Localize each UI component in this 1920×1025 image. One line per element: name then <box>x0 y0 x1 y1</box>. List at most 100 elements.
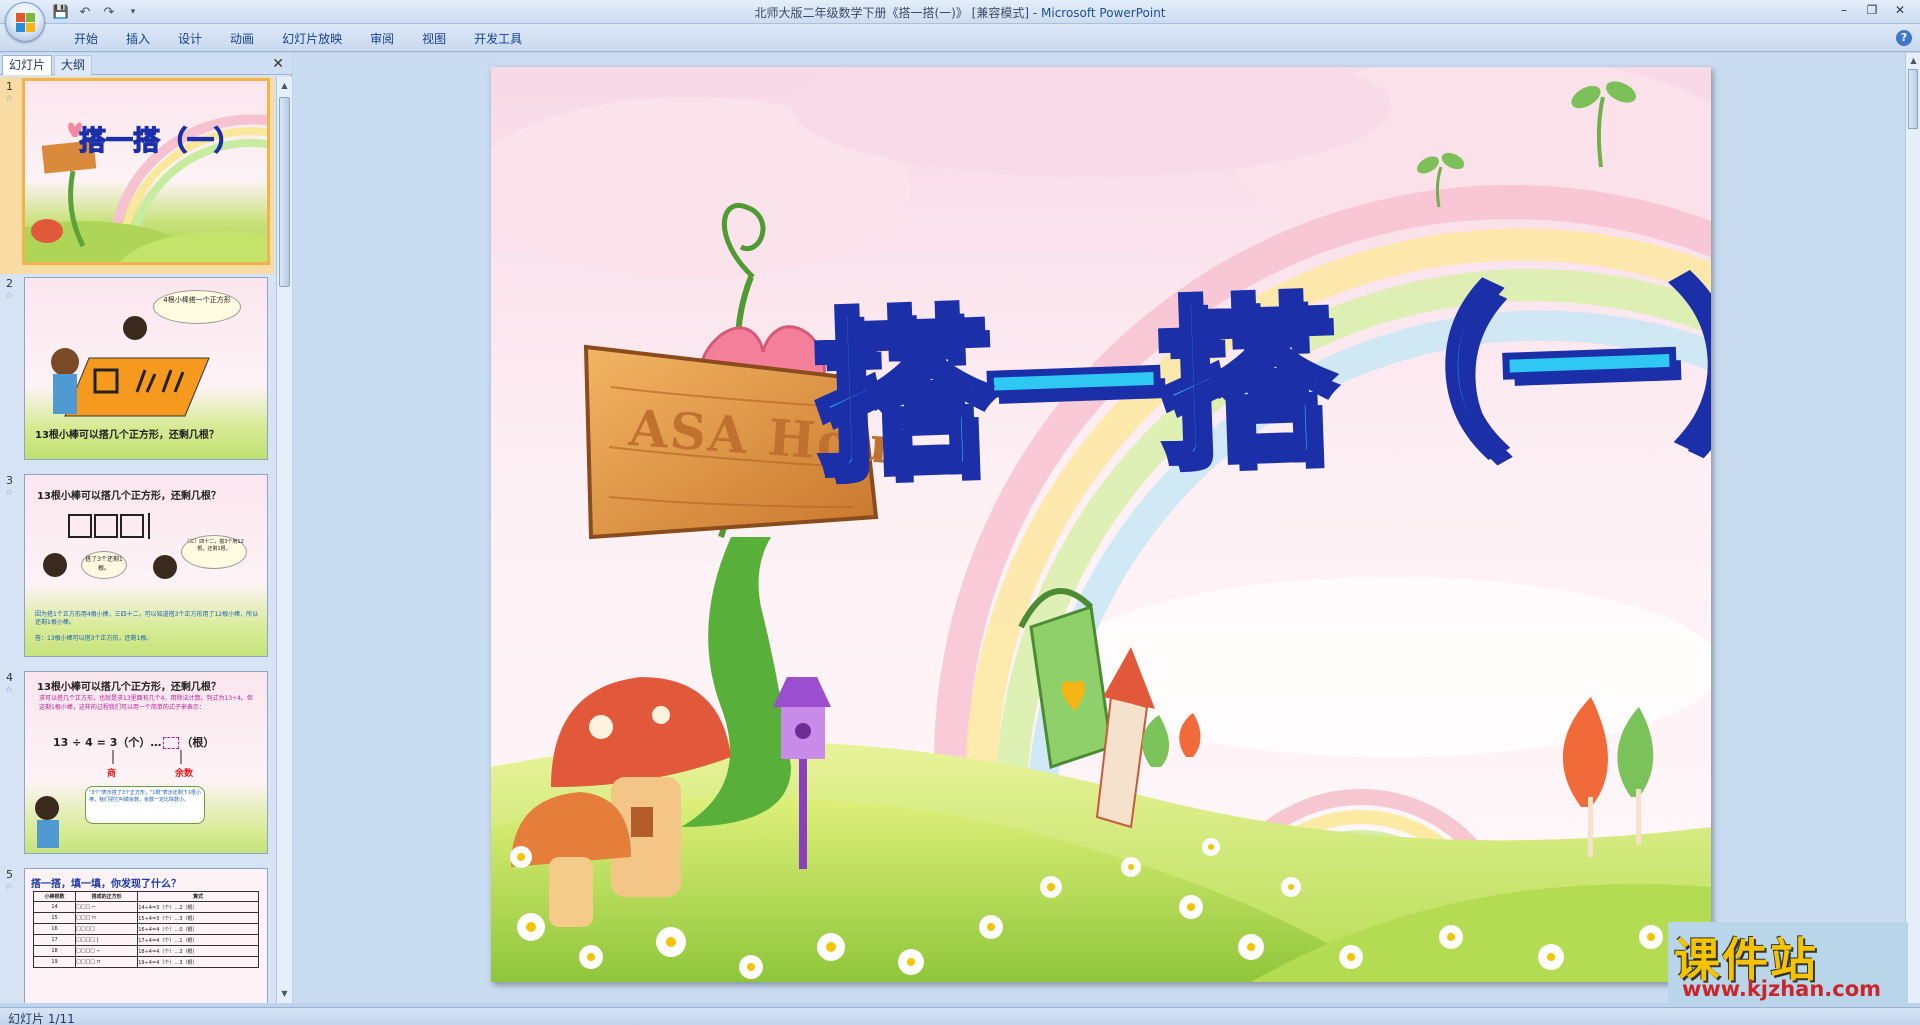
tab-animation[interactable]: 动画 <box>216 30 268 48</box>
thumbnail-canvas: 4根小棒搭一个正方形 13根小棒可以搭几个正方形，还剩几根？ <box>24 277 268 460</box>
slide-thumbnail-3[interactable]: 3 ☆ 13根小棒可以搭几个正方形，还剩几根？ 搭了3个还剩1根。 （三）四十二… <box>0 471 274 668</box>
tab-slides[interactable]: 幻灯片 <box>2 55 53 75</box>
slide-editing-area: ASA Hou 搭一搭（一） <box>293 53 1905 1003</box>
slide-number: 3 <box>6 474 13 487</box>
table-cell: □□□□ | <box>75 934 139 946</box>
animation-star-icon: ☆ <box>5 94 14 104</box>
document-title: 北师大版二年级数学下册《搭一搭(一)》 [兼容模式] - <box>754 6 1041 20</box>
table-row: 17 □□□□ | 17÷4=4（个）…1（根） <box>32 934 259 946</box>
close-panel-icon[interactable]: ✕ <box>272 56 284 72</box>
tab-home[interactable]: 开始 <box>60 30 112 48</box>
table-row: 15 □□□ ⊓ 15÷4=3（个）…3（根） <box>32 912 259 924</box>
slide-thumbnail-list: 1 ☆ 搭一搭（一） 2 ☆ 4根小棒搭一个正方形 13根小棒可以搭几个正方形，… <box>0 77 274 1003</box>
office-button[interactable] <box>5 2 45 42</box>
table-cell: 17 <box>32 934 77 946</box>
office-logo-icon <box>16 13 36 33</box>
table-cell: □□□ ⌐ <box>75 901 139 913</box>
status-bar: 幻灯片 1/11 <box>0 1007 1920 1025</box>
thumbnail-title: 搭一搭（一） <box>78 125 241 157</box>
ribbon-tab-row: 开始 插入 设计 动画 幻灯片放映 审阅 视图 开发工具 ? <box>0 24 1920 52</box>
table-cell: □□□□ ⊓ <box>75 956 139 968</box>
scroll-down-icon[interactable]: ▼ <box>277 987 292 1001</box>
table-row: 14 □□□ ⌐ 14÷4=3（个）…2（根） <box>32 901 259 913</box>
slide-thumbnail-1[interactable]: 1 ☆ 搭一搭（一） <box>0 77 274 274</box>
remainder-table: 小棒根数 搭成的正方形 算式 14 □□□ ⌐ 14÷4=3（个）…2（根） 15 □… <box>32 891 259 968</box>
thumbnail-canvas: 13根小棒可以搭几个正方形，还剩几根？ 搭了3个还剩1根。 （三）四十二，搭3个… <box>24 474 268 657</box>
scrollbar-thumb[interactable] <box>279 97 290 287</box>
thumbnail-canvas: 搭一搭（一） <box>22 78 270 265</box>
help-icon[interactable]: ? <box>1896 30 1912 46</box>
table-cell: □□□□ ⌐ <box>75 945 139 957</box>
slide-thumbnail-2[interactable]: 2 ☆ 4根小棒搭一个正方形 13根小棒可以搭几个正方形，还剩几根？ <box>0 274 274 471</box>
tab-insert[interactable]: 插入 <box>112 30 164 48</box>
slides-panel: 幻灯片 大纲 ✕ 1 ☆ 搭一搭（一） 2 ☆ 4根小棒搭一个正方形 13根小棒… <box>0 53 292 1003</box>
thumbnail-title: 搭一搭，填一填，你发现了什么？ <box>31 879 181 890</box>
tab-review[interactable]: 审阅 <box>356 30 408 48</box>
tab-outline[interactable]: 大纲 <box>54 55 93 75</box>
restore-icon[interactable]: ❐ <box>1858 1 1886 19</box>
table-cell: 19 <box>32 956 77 968</box>
slide-background-art <box>491 67 1711 982</box>
minimize-icon[interactable]: – <box>1830 1 1858 19</box>
explanation-text: 因为搭1个正方形用4根小棒，三四十二，可以知道搭3个正方形用了12根小棒，所以还… <box>35 611 259 626</box>
table-cell: 17÷4=4（个）…1（根） <box>137 934 259 946</box>
thumbnail-art <box>25 114 267 262</box>
window-controls: – ❐ ✕ <box>1830 1 1914 19</box>
table-row: 16 □□□□ 16÷4=4（个）…0（根） <box>32 923 259 935</box>
scrollbar-thumb[interactable] <box>1908 69 1918 129</box>
ribbon-tabs: 开始 插入 设计 动画 幻灯片放映 审阅 视图 开发工具 <box>60 30 536 48</box>
scroll-up-icon[interactable]: ▲ <box>1906 54 1920 68</box>
watermark-url: www.kjzhan.com <box>1682 977 1882 1001</box>
tab-developer[interactable]: 开发工具 <box>460 30 536 48</box>
table-cell: 16 <box>32 923 77 935</box>
table-cell: 14 <box>32 901 77 913</box>
tab-design[interactable]: 设计 <box>164 30 216 48</box>
table-cell: 15÷4=3（个）…3（根） <box>137 912 259 924</box>
table-row: 19 □□□□ ⊓ 19÷4=4（个）…3（根） <box>32 956 259 968</box>
current-slide[interactable]: ASA Hou 搭一搭（一） <box>491 67 1711 982</box>
slide-scrollbar[interactable]: ▲ <box>1905 53 1920 1003</box>
table-cell: 19÷4=4（个）…3（根） <box>137 956 259 968</box>
animation-star-icon: ☆ <box>5 488 14 498</box>
speech-bubble-right: （三）四十二，搭3个用12根，还剩1根。 <box>181 535 247 569</box>
thought-bubble: 4根小棒搭一个正方形 <box>153 290 241 324</box>
answer-text: 答：13根小棒可以搭3个正方形，还剩1根。 <box>35 635 153 642</box>
window-title: 北师大版二年级数学下册《搭一搭(一)》 [兼容模式] - Microsoft P… <box>0 4 1920 21</box>
animation-star-icon: ☆ <box>5 291 14 301</box>
table-header: 算式 <box>137 891 259 902</box>
speech-bubble-left: 搭了3个还剩1根。 <box>81 551 127 579</box>
tab-slideshow[interactable]: 幻灯片放映 <box>268 30 356 48</box>
table-cell: 18÷4=4（个）…2（根） <box>137 945 259 957</box>
tab-view[interactable]: 视图 <box>408 30 460 48</box>
animation-star-icon: ☆ <box>5 685 14 695</box>
table-header-row: 小棒根数 搭成的正方形 算式 <box>32 891 259 902</box>
panel-tabs: 幻灯片 大纲 ✕ <box>0 53 292 75</box>
close-icon[interactable]: ✕ <box>1886 1 1914 19</box>
table-row: 18 □□□□ ⌐ 18÷4=4（个）…2（根） <box>32 945 259 957</box>
application-name: Microsoft PowerPoint <box>1041 6 1166 20</box>
table-cell: □□□□ <box>75 923 139 935</box>
slide-number: 1 <box>6 80 13 93</box>
animation-star-icon: ☆ <box>5 882 14 892</box>
scroll-up-icon[interactable]: ▲ <box>277 79 292 93</box>
slide-number: 5 <box>6 868 13 881</box>
watermark: 课件站 www.kjzhan.com <box>1668 922 1908 1004</box>
slide-number: 2 <box>6 277 13 290</box>
slide-thumbnail-4[interactable]: 4 ☆ 13根小棒可以搭几个正方形，还剩几根？ 求可以搭几个正方形，也就是求13… <box>0 668 274 865</box>
thumbnail-canvas: 13根小棒可以搭几个正方形，还剩几根？ 求可以搭几个正方形，也就是求13里面有几… <box>24 671 268 854</box>
table-header: 搭成的正方形 <box>75 891 139 902</box>
speech-bubble: "3个"表示搭了3个正方形，"1根"表示还剩下1根小棒，我们把它叫做余数，余数一… <box>85 786 205 824</box>
slide-thumbnail-5[interactable]: 5 ☆ 搭一搭，填一填，你发现了什么？ 小棒根数 搭成的正方形 算式 14 □□□… <box>0 865 274 1003</box>
table-cell: 16÷4=4（个）…0（根） <box>137 923 259 935</box>
slide-title[interactable]: 搭一搭（一） <box>807 219 1711 510</box>
table-cell: 14÷4=3（个）…2（根） <box>137 901 259 913</box>
slide-number: 4 <box>6 671 13 684</box>
table-header: 小棒根数 <box>32 891 77 902</box>
table-cell: □□□ ⊓ <box>75 912 139 924</box>
table-cell: 18 <box>32 945 77 957</box>
thumbnail-caption: 13根小棒可以搭几个正方形，还剩几根？ <box>35 430 219 441</box>
thumbnail-art <box>35 750 182 848</box>
thumbnail-canvas: 搭一搭，填一填，你发现了什么？ 小棒根数 搭成的正方形 算式 14 □□□ ⌐ 14… <box>24 868 268 1003</box>
thumbnail-scrollbar[interactable]: ▲ ▼ <box>276 77 292 1003</box>
slide-count-status: 幻灯片 1/11 <box>8 1012 75 1025</box>
